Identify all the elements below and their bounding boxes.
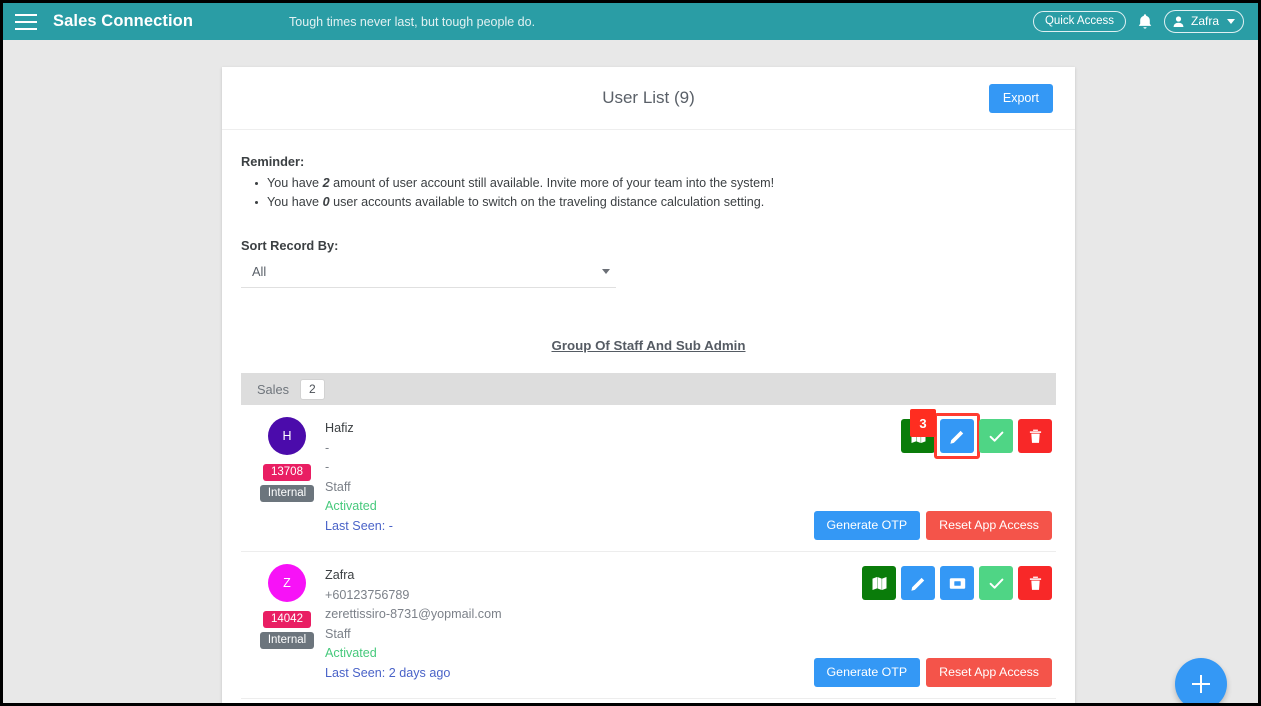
page-content-area: User List (9) Export Reminder: You have … — [3, 40, 1258, 703]
user-info-column: Hafiz - - Staff Activated Last Seen: - — [325, 417, 393, 536]
reminder-item-post: amount of user account still available. … — [329, 176, 775, 190]
check-icon[interactable] — [979, 566, 1013, 600]
edit-pencil-icon[interactable]: 3 — [910, 409, 980, 459]
user-email: - — [325, 460, 330, 474]
id-card-lock-icon[interactable] — [940, 566, 974, 600]
user-type-badge: Internal — [259, 485, 315, 502]
avatar: Z — [268, 564, 306, 602]
user-name: Hafiz — [325, 421, 354, 435]
check-icon[interactable] — [979, 419, 1013, 453]
row-action-buttons — [862, 566, 1052, 600]
user-role: Staff — [325, 626, 351, 641]
reminder-item-emphasis: 0 — [322, 195, 330, 209]
avatar: H — [268, 417, 306, 455]
reminder-item-pre: You have — [267, 176, 323, 190]
trash-delete-icon[interactable] — [1018, 419, 1052, 453]
reminder-section: Reminder: You have 2 amount of user acco… — [222, 130, 1075, 212]
reset-app-access-button[interactable]: Reset App Access — [926, 511, 1052, 540]
top-navigation-bar: Sales Connection Tough times never last,… — [3, 3, 1258, 40]
group-section-title[interactable]: Group Of Staff And Sub Admin — [222, 338, 1075, 353]
user-avatar-column: Z 14042 Internal — [251, 564, 323, 683]
map-icon[interactable] — [862, 566, 896, 600]
chevron-down-icon — [1227, 18, 1235, 24]
row-action-buttons: 3 — [901, 409, 1052, 459]
card-header: User List (9) Export — [222, 67, 1075, 130]
user-name: Zafra — [325, 568, 355, 582]
quick-access-button[interactable]: Quick Access — [1032, 11, 1126, 32]
row-text-actions: Generate OTP Reset App Access — [813, 511, 1052, 540]
user-phone: +60123756789 — [325, 587, 410, 602]
reminder-list: You have 2 amount of user account still … — [241, 174, 1075, 212]
add-user-fab-button[interactable] — [1175, 658, 1227, 703]
reminder-item-emphasis: 2 — [322, 176, 330, 190]
reminder-item-post: user accounts available to switch on the… — [329, 195, 765, 209]
user-email: zerettissiro-8731@yopmail.com — [325, 607, 502, 621]
edit-pencil-icon[interactable] — [901, 566, 935, 600]
group-count-badge: 2 — [300, 378, 325, 400]
user-list-card: User List (9) Export Reminder: You have … — [222, 67, 1075, 703]
notification-bell-icon[interactable] — [1137, 13, 1153, 31]
user-last-seen: Last Seen: - — [325, 518, 393, 533]
table-row: Z 14042 Internal Zafra +60123756789 zere… — [241, 552, 1056, 699]
user-avatar-icon — [1173, 15, 1184, 27]
motivational-quote: Tough times never last, but tough people… — [289, 14, 536, 29]
user-name-label: Zafra — [1190, 14, 1219, 28]
reminder-heading: Reminder: — [241, 154, 305, 169]
export-button[interactable]: Export — [988, 84, 1053, 113]
row-text-actions: Generate OTP Reset App Access — [813, 658, 1052, 687]
reminder-item: You have 0 user accounts available to sw… — [255, 193, 1075, 212]
trash-delete-icon[interactable] — [1018, 566, 1052, 600]
sort-record-label: Sort Record By: — [241, 238, 339, 253]
sort-record-select[interactable]: All — [241, 261, 616, 288]
topbar-right-group: Quick Access Zafra — [1032, 10, 1258, 33]
reminder-item-pre: You have — [267, 195, 323, 209]
user-id-badge: 14042 — [263, 611, 311, 628]
app-screen: Sales Connection Tough times never last,… — [0, 0, 1261, 706]
generate-otp-button[interactable]: Generate OTP — [813, 511, 921, 540]
page-title: User List (9) — [602, 88, 695, 107]
hamburger-menu-icon[interactable] — [15, 13, 37, 30]
table-row: H 13708 Internal Hafiz - - Staff Activat… — [241, 405, 1056, 552]
generate-otp-button[interactable]: Generate OTP — [813, 658, 921, 687]
dropdown-caret-icon — [602, 269, 610, 274]
group-header-strip[interactable]: Sales 2 — [241, 373, 1056, 405]
user-type-badge: Internal — [259, 632, 315, 649]
sort-section: Sort Record By: All — [222, 212, 1075, 288]
user-id-badge: 13708 — [263, 464, 311, 481]
user-info-column: Zafra +60123756789 zerettissiro-8731@yop… — [325, 564, 502, 683]
app-brand-title: Sales Connection — [53, 12, 194, 30]
map-icon[interactable] — [901, 419, 935, 453]
user-avatar-column: H 13708 Internal — [251, 417, 323, 536]
user-status: Activated — [325, 646, 377, 660]
user-role: Staff — [325, 479, 351, 494]
user-last-seen: Last Seen: 2 days ago — [325, 665, 451, 680]
user-account-menu[interactable]: Zafra — [1163, 10, 1244, 33]
user-status: Activated — [325, 499, 377, 513]
sort-record-value: All — [252, 264, 267, 279]
reminder-item: You have 2 amount of user account still … — [255, 174, 1075, 193]
user-phone: - — [325, 440, 330, 455]
reset-app-access-button[interactable]: Reset App Access — [926, 658, 1052, 687]
group-name-label: Sales — [257, 381, 290, 397]
